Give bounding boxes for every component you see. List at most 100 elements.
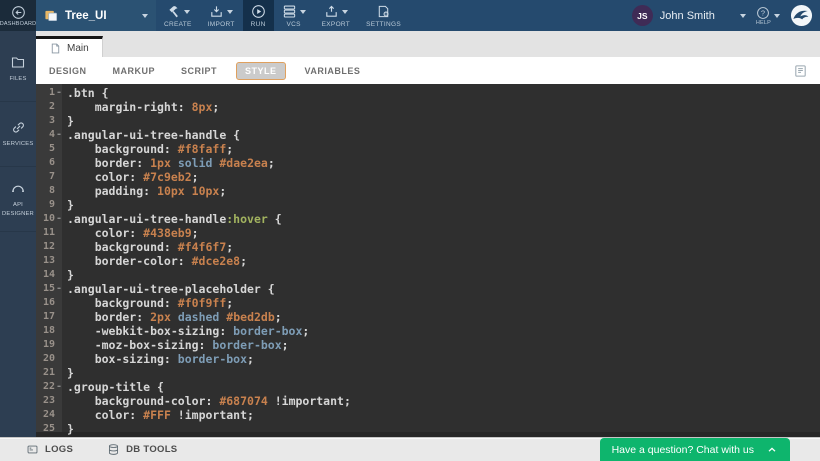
topbar-button-label: EXPORT bbox=[322, 21, 350, 28]
chevron-down-icon bbox=[740, 14, 746, 18]
sidebar-item-label: SERVICES bbox=[2, 140, 34, 149]
chevron-down-icon bbox=[774, 14, 780, 18]
code-line[interactable]: 5 background: #f8faff; bbox=[36, 142, 820, 156]
left-sidebar: FILES SERVICES API DESIGNER bbox=[0, 31, 36, 437]
chevron-down-icon bbox=[342, 10, 348, 14]
chevron-up-icon bbox=[766, 444, 778, 456]
code-line[interactable]: 14} bbox=[36, 268, 820, 282]
database-icon bbox=[107, 443, 120, 456]
sidebar-item-services[interactable]: SERVICES bbox=[0, 102, 36, 167]
user-menu[interactable]: JS John Smith bbox=[632, 0, 756, 31]
middle-row: FILES SERVICES API DESIGNER Main DESIGN MAR… bbox=[0, 31, 820, 437]
tab-main[interactable]: Main bbox=[36, 36, 103, 57]
code-line[interactable]: 8 padding: 10px 10px; bbox=[36, 184, 820, 198]
code-line[interactable]: 16 background: #f0f9ff; bbox=[36, 296, 820, 310]
subtab-script[interactable]: SCRIPT bbox=[181, 66, 217, 76]
dashboard-button[interactable]: DASHBOARD bbox=[0, 0, 36, 31]
bottombar-item-label: LOGS bbox=[45, 444, 73, 455]
code-line[interactable]: 19 -moz-box-sizing: border-box; bbox=[36, 338, 820, 352]
topbar-spacer bbox=[409, 0, 632, 31]
sidebar-item-files[interactable]: FILES bbox=[0, 37, 36, 102]
line-number: 16 bbox=[36, 296, 62, 310]
bottom-status-bar: LOGS DB TOOLS Have a question? Chat with … bbox=[0, 437, 820, 461]
line-number: 4- bbox=[36, 128, 62, 142]
code-line[interactable]: 23 background-color: #687074 !important; bbox=[36, 394, 820, 408]
sidebar-item-api-designer[interactable]: API DESIGNER bbox=[0, 167, 36, 232]
line-number: 10- bbox=[36, 212, 62, 226]
hammer-icon bbox=[166, 4, 181, 19]
question-circle-icon: ? bbox=[756, 6, 770, 20]
server-stack-icon bbox=[282, 4, 297, 19]
topbar-button-label: VCS bbox=[287, 21, 301, 28]
code-line[interactable]: 25} bbox=[36, 422, 820, 436]
code-line[interactable]: 3} bbox=[36, 114, 820, 128]
project-name: Tree_UI bbox=[65, 10, 107, 22]
code-line[interactable]: 2 margin-right: 8px; bbox=[36, 100, 820, 114]
topbar-button-export[interactable]: EXPORT bbox=[314, 0, 358, 31]
code-line[interactable]: 6 border: 1px solid #dae2ea; bbox=[36, 156, 820, 170]
code-line[interactable]: 12 background: #f4f6f7; bbox=[36, 240, 820, 254]
code-line[interactable]: 15-.angular-ui-tree-placeholder { bbox=[36, 282, 820, 296]
topbar-button-run[interactable]: RUN bbox=[243, 0, 274, 31]
svg-text:?: ? bbox=[761, 8, 765, 17]
code-line[interactable]: 18 -webkit-box-sizing: border-box; bbox=[36, 324, 820, 338]
code-line[interactable]: 11 color: #438eb9; bbox=[36, 226, 820, 240]
tab-main-label: Main bbox=[67, 43, 89, 54]
save-page-icon[interactable] bbox=[793, 63, 808, 78]
line-number: 1- bbox=[36, 86, 62, 100]
topbar-buttons: CREATE IMPORT RUN VCS EXPORT SETTINGS bbox=[156, 0, 409, 31]
code-line[interactable]: 13 border-color: #dce2e8; bbox=[36, 254, 820, 268]
code-line[interactable]: 21} bbox=[36, 366, 820, 380]
line-number: 12 bbox=[36, 240, 62, 254]
code-line[interactable]: 9} bbox=[36, 198, 820, 212]
arc-icon bbox=[10, 180, 26, 196]
line-number: 23 bbox=[36, 394, 62, 408]
code-line[interactable]: 20 box-sizing: border-box; bbox=[36, 352, 820, 366]
subtab-variables[interactable]: VARIABLES bbox=[305, 66, 361, 76]
line-number: 18 bbox=[36, 324, 62, 338]
code-editor[interactable]: 1-.btn {2 margin-right: 8px;3}4-.angular… bbox=[36, 84, 820, 437]
bottombar-item-db-tools[interactable]: DB TOOLS bbox=[107, 443, 177, 456]
topbar-button-create[interactable]: CREATE bbox=[156, 0, 200, 31]
line-number: 14 bbox=[36, 268, 62, 282]
bottombar-item-logs[interactable]: LOGS bbox=[26, 443, 73, 456]
chevron-down-icon bbox=[142, 14, 148, 18]
topbar-button-label: SETTINGS bbox=[366, 21, 401, 28]
chat-widget-button[interactable]: Have a question? Chat with us bbox=[600, 438, 790, 461]
project-selector[interactable]: Tree_UI bbox=[36, 0, 156, 31]
subtab-markup[interactable]: MARKUP bbox=[113, 66, 156, 76]
topbar-button-settings[interactable]: SETTINGS bbox=[358, 0, 409, 31]
topbar-button-vcs[interactable]: VCS bbox=[274, 0, 314, 31]
code-line[interactable]: 4-.angular-ui-tree-handle { bbox=[36, 128, 820, 142]
code-line[interactable]: 24 color: #FFF !important; bbox=[36, 408, 820, 422]
logs-icon bbox=[26, 443, 39, 456]
run-play-icon bbox=[251, 4, 266, 19]
appery-wave-logo bbox=[790, 4, 813, 27]
avatar: JS bbox=[632, 5, 653, 26]
app-window: DASHBOARD Tree_UI CREATE IMPORT RUN VCS EXPO… bbox=[0, 0, 820, 461]
code-line[interactable]: 22-.group-title { bbox=[36, 380, 820, 394]
subtab-style[interactable]: STYLE bbox=[236, 62, 286, 80]
document-icon bbox=[49, 42, 62, 55]
line-number: 9 bbox=[36, 198, 62, 212]
line-number: 6 bbox=[36, 156, 62, 170]
topbar-button-label: CREATE bbox=[164, 21, 192, 28]
chevron-down-icon bbox=[184, 10, 190, 14]
editor-mode-toolbar: DESIGN MARKUP SCRIPT STYLE VARIABLES bbox=[36, 57, 820, 84]
line-number: 3 bbox=[36, 114, 62, 128]
help-label: HELP bbox=[756, 20, 771, 26]
dashboard-label: DASHBOARD bbox=[0, 21, 36, 27]
help-menu[interactable]: ? HELP bbox=[756, 0, 790, 31]
topbar-button-import[interactable]: IMPORT bbox=[200, 0, 243, 31]
code-line[interactable]: 7 color: #7c9eb2; bbox=[36, 170, 820, 184]
line-number: 2 bbox=[36, 100, 62, 114]
topbar-button-label: RUN bbox=[251, 21, 266, 28]
code-line[interactable]: 10-.angular-ui-tree-handle:hover { bbox=[36, 212, 820, 226]
code-line[interactable]: 17 border: 2px dashed #bed2db; bbox=[36, 310, 820, 324]
brand-logo bbox=[790, 0, 820, 31]
subtab-design[interactable]: DESIGN bbox=[49, 66, 87, 76]
line-number: 13 bbox=[36, 254, 62, 268]
line-number: 24 bbox=[36, 408, 62, 422]
code-line[interactable]: 1-.btn { bbox=[36, 86, 820, 100]
main-panel: Main DESIGN MARKUP SCRIPT STYLE VARIABLES 1-… bbox=[36, 31, 820, 437]
